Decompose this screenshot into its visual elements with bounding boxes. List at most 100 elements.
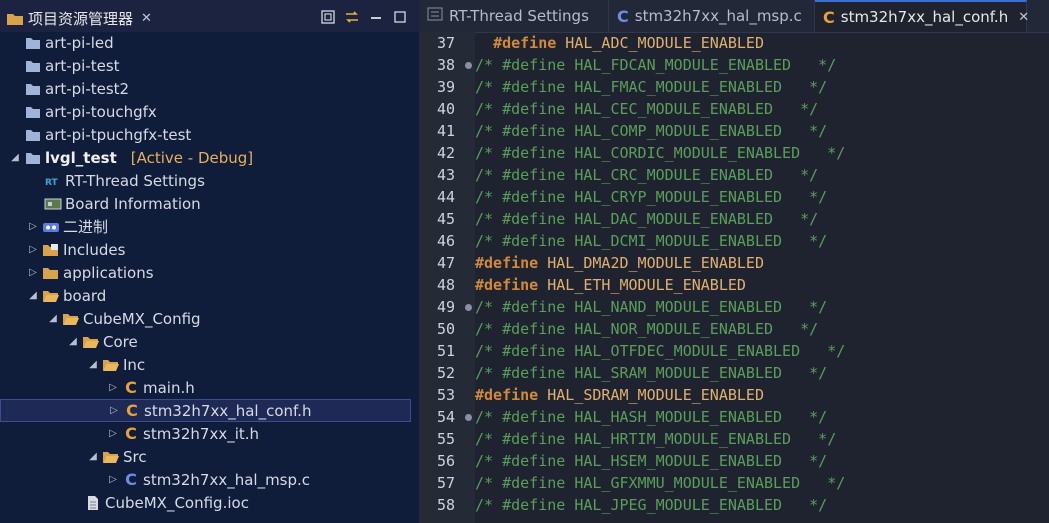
code-line[interactable]: 41 /* #define HAL_COMP_MODULE_ENABLED */ bbox=[419, 120, 1049, 142]
code-line[interactable]: 44 /* #define HAL_CRYP_MODULE_ENABLED */ bbox=[419, 186, 1049, 208]
minimize-icon[interactable] bbox=[367, 8, 385, 26]
tree-item-art-pi-test[interactable]: art-pi-test bbox=[0, 54, 419, 77]
collapsed-arrow-icon[interactable]: ▷ bbox=[106, 473, 120, 487]
code-line[interactable]: 46 /* #define HAL_DCMI_MODULE_ENABLED */ bbox=[419, 230, 1049, 252]
code-text: /* #define HAL_SRAM_MODULE_ENABLED */ bbox=[475, 362, 827, 384]
tree-item-includes[interactable]: ▷ Includes bbox=[0, 238, 419, 261]
explorer-scrollbar[interactable] bbox=[411, 32, 419, 523]
code-line[interactable]: 56 /* #define HAL_HSEM_MODULE_ENABLED */ bbox=[419, 450, 1049, 472]
code-comment: /* #define HAL_DAC_MODULE_ENABLED */ bbox=[475, 210, 819, 228]
code-comment: /* #define HAL_CORDIC_MODULE_ENABLED */ bbox=[475, 144, 846, 162]
svg-text:RT: RT bbox=[45, 178, 59, 187]
code-line[interactable]: 54 /* #define HAL_HASH_MODULE_ENABLED */ bbox=[419, 406, 1049, 428]
maximize-icon[interactable] bbox=[391, 8, 409, 26]
fold-marker-icon[interactable] bbox=[465, 62, 472, 69]
tree-item-lvgl-test[interactable]: ◢ lvgl_test [Active - Debug] bbox=[0, 146, 419, 169]
link-editor-icon[interactable] bbox=[343, 8, 361, 26]
tree-item-board-information[interactable]: Board Information bbox=[0, 192, 419, 215]
line-number: 54 bbox=[437, 408, 456, 426]
tree-item-main-h[interactable]: ▷ C main.h bbox=[0, 376, 419, 399]
tree-item-art-pi-touchgfx[interactable]: art-pi-touchgfx bbox=[0, 100, 419, 123]
fold-marker-icon[interactable] bbox=[465, 414, 472, 421]
code-line[interactable]: 58 /* #define HAL_JPEG_MODULE_ENABLED */ bbox=[419, 494, 1049, 516]
code-comment: /* #define HAL_DCMI_MODULE_ENABLED */ bbox=[475, 232, 828, 250]
c-source-icon: C bbox=[617, 6, 629, 26]
tree-item-art-pi-tpuchgfx-test[interactable]: art-pi-tpuchgfx-test bbox=[0, 123, 419, 146]
collapsed-arrow-icon[interactable]: ▷ bbox=[106, 427, 120, 441]
c-header-icon: C bbox=[126, 401, 138, 420]
collapsed-arrow-icon[interactable]: ▷ bbox=[26, 243, 40, 257]
code-text: /* #define HAL_NAND_MODULE_ENABLED */ bbox=[475, 296, 827, 318]
collapsed-arrow-icon[interactable]: ▷ bbox=[107, 404, 121, 418]
code-line[interactable]: 38 /* #define HAL_FDCAN_MODULE_ENABLED */ bbox=[419, 54, 1049, 76]
expanded-arrow-icon[interactable]: ◢ bbox=[8, 151, 22, 165]
line-number: 41 bbox=[437, 122, 456, 140]
tab-label: stm32h7xx_hal_conf.h bbox=[840, 8, 1009, 26]
code-line[interactable]: 53 #define HAL_SDRAM_MODULE_ENABLED bbox=[419, 384, 1049, 406]
code-text: /* #define HAL_CRYP_MODULE_ENABLED */ bbox=[475, 186, 827, 208]
code-line[interactable]: 39 /* #define HAL_FMAC_MODULE_ENABLED */ bbox=[419, 76, 1049, 98]
tree-item-inc[interactable]: ◢ Inc bbox=[0, 353, 419, 376]
explorer-tab[interactable]: 项目资源管理器 ✕ bbox=[6, 8, 152, 29]
code-editor[interactable]: 37 #define HAL_ADC_MODULE_ENABLED 38 /* #d… bbox=[419, 32, 1049, 523]
tree-item-stm32h7xx-hal-conf-h[interactable]: ▷ C stm32h7xx_hal_conf.h bbox=[0, 399, 411, 422]
code-comment: /* #define HAL_HASH_MODULE_ENABLED */ bbox=[475, 408, 828, 426]
fold-marker-icon[interactable] bbox=[465, 304, 472, 311]
code-line[interactable]: 50 /* #define HAL_NOR_MODULE_ENABLED */ bbox=[419, 318, 1049, 340]
includes-icon bbox=[42, 242, 60, 258]
tree-item-label: stm32h7xx_hal_conf.h bbox=[144, 401, 312, 420]
expanded-arrow-icon[interactable]: ◢ bbox=[46, 312, 60, 326]
project-folder-icon bbox=[24, 35, 42, 51]
tab-rt-thread-settings[interactable]: RT-Thread Settings bbox=[419, 0, 609, 32]
close-icon[interactable]: ✕ bbox=[1018, 10, 1029, 25]
tree-item-rt-thread-settings[interactable]: RT RT-Thread Settings bbox=[0, 169, 419, 192]
code-line[interactable]: 55 /* #define HAL_HRTIM_MODULE_ENABLED */ bbox=[419, 428, 1049, 450]
rt-thread-icon bbox=[427, 7, 443, 25]
tree-item-stm32h7xx-hal-msp-c[interactable]: ▷ C stm32h7xx_hal_msp.c bbox=[0, 468, 419, 491]
collapsed-arrow-icon[interactable]: ▷ bbox=[26, 266, 40, 280]
code-line[interactable]: 48 #define HAL_ETH_MODULE_ENABLED bbox=[419, 274, 1049, 296]
tree-item-cubemx-config-ioc[interactable]: CubeMX_Config.ioc bbox=[0, 491, 419, 514]
collapsed-arrow-icon[interactable]: ▷ bbox=[26, 220, 40, 234]
tab-stm32h7xx-hal-conf-h[interactable]: C stm32h7xx_hal_conf.h ✕ bbox=[815, 0, 1029, 32]
code-line[interactable]: 40 /* #define HAL_CEC_MODULE_ENABLED */ bbox=[419, 98, 1049, 120]
tree-item-src[interactable]: ◢ Src bbox=[0, 445, 419, 468]
tree-item-label: CubeMX_Config.ioc bbox=[105, 493, 249, 512]
expanded-arrow-icon[interactable]: ◢ bbox=[86, 450, 100, 464]
tree-item-applications[interactable]: ▷ applications bbox=[0, 261, 419, 284]
tree-item-cubemx-config[interactable]: ◢ CubeMX_Config bbox=[0, 307, 419, 330]
code-line[interactable]: 47 #define HAL_DMA2D_MODULE_ENABLED bbox=[419, 252, 1049, 274]
tree-item-label: Includes bbox=[63, 240, 126, 259]
code-text: /* #define HAL_FMAC_MODULE_ENABLED */ bbox=[475, 76, 827, 98]
code-line[interactable]: 51 /* #define HAL_OTFDEC_MODULE_ENABLED *… bbox=[419, 340, 1049, 362]
code-line[interactable]: 42 /* #define HAL_CORDIC_MODULE_ENABLED *… bbox=[419, 142, 1049, 164]
tree-item-art-pi-test2[interactable]: art-pi-test2 bbox=[0, 77, 419, 100]
expanded-arrow-icon[interactable]: ◢ bbox=[66, 335, 80, 349]
tree-item-binaries[interactable]: ▷ 二进制 bbox=[0, 215, 419, 238]
code-comment: /* #define HAL_NAND_MODULE_ENABLED */ bbox=[475, 298, 828, 316]
code-text: /* #define HAL_GFXMMU_MODULE_ENABLED */ bbox=[475, 472, 845, 494]
expanded-arrow-icon[interactable]: ◢ bbox=[26, 289, 40, 303]
code-text: #define HAL_SDRAM_MODULE_ENABLED bbox=[475, 384, 764, 406]
tree-item-core[interactable]: ◢ Core bbox=[0, 330, 419, 353]
rt-thread-icon: RT bbox=[44, 173, 62, 189]
tree-item-art-pi-led[interactable]: art-pi-led bbox=[0, 31, 419, 54]
editor-area: RT-Thread Settings C stm32h7xx_hal_msp.c… bbox=[419, 0, 1049, 523]
tree-item-board[interactable]: ◢ board bbox=[0, 284, 419, 307]
expanded-arrow-icon[interactable]: ◢ bbox=[86, 358, 100, 372]
code-line[interactable]: 49 /* #define HAL_NAND_MODULE_ENABLED */ bbox=[419, 296, 1049, 318]
tab-stm32h7xx-hal-msp-c[interactable]: C stm32h7xx_hal_msp.c bbox=[609, 0, 815, 32]
code-comment: /* #define HAL_CEC_MODULE_ENABLED */ bbox=[475, 100, 819, 118]
board-icon bbox=[44, 196, 62, 212]
tree-item-stm32h7xx-it-h[interactable]: ▷ C stm32h7xx_it.h bbox=[0, 422, 419, 445]
code-line[interactable]: 57 /* #define HAL_GFXMMU_MODULE_ENABLED *… bbox=[419, 472, 1049, 494]
folder-open-icon bbox=[102, 357, 120, 373]
collapsed-arrow-icon[interactable]: ▷ bbox=[106, 381, 120, 395]
line-number: 56 bbox=[437, 452, 456, 470]
code-line[interactable]: 45 /* #define HAL_DAC_MODULE_ENABLED */ bbox=[419, 208, 1049, 230]
code-line[interactable]: 52 /* #define HAL_SRAM_MODULE_ENABLED */ bbox=[419, 362, 1049, 384]
code-line[interactable]: 37 #define HAL_ADC_MODULE_ENABLED bbox=[419, 32, 1049, 54]
code-line[interactable]: 43 /* #define HAL_CRC_MODULE_ENABLED */ bbox=[419, 164, 1049, 186]
collapse-all-icon[interactable] bbox=[319, 8, 337, 26]
close-icon[interactable]: ✕ bbox=[141, 11, 152, 26]
